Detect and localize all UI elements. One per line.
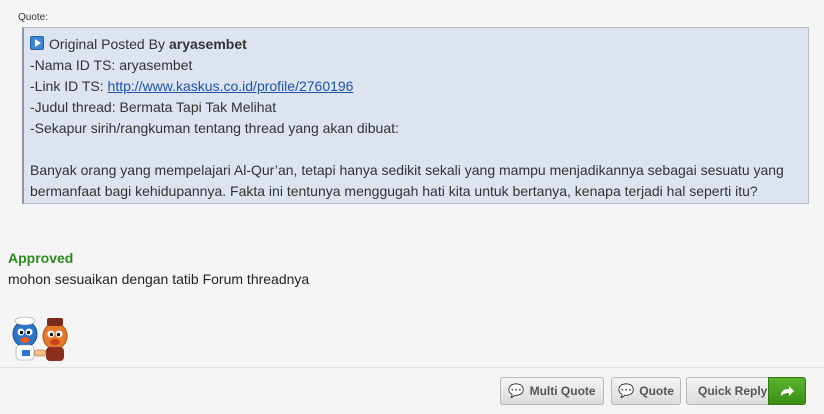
quote-line-link-label: -Link ID TS:: [30, 78, 104, 94]
approved-label: Approved: [8, 250, 74, 266]
quote-header: Original Posted By aryasembet: [30, 34, 808, 55]
quote-line-judul: -Judul thread: Bermata Tapi Tak Melihat: [30, 99, 277, 115]
speech-bubble-icon: 💬: [508, 383, 525, 398]
quote-line-sekapur: -Sekapur sirih/rangkuman tentang thread …: [30, 120, 399, 136]
quick-reply-label: Quick Reply: [698, 384, 768, 398]
multi-quote-button[interactable]: 💬 Multi Quote: [500, 377, 604, 405]
quote-poster-name: aryasembet: [168, 36, 247, 52]
quote-box: Original Posted By aryasembet -Nama ID T…: [22, 27, 809, 204]
multi-quote-label: Multi Quote: [529, 384, 596, 398]
post-message: mohon sesuaikan dengan tatib Forum threa…: [8, 271, 310, 287]
post-footer-divider: [0, 367, 824, 368]
reply-arrow-button[interactable]: [768, 377, 806, 405]
quick-reply-button[interactable]: Quick Reply: [686, 377, 806, 405]
viewpost-icon[interactable]: [30, 35, 44, 50]
quote-button-label: Quote: [639, 384, 674, 398]
profile-link[interactable]: http://www.kaskus.co.id/profile/2760196: [108, 78, 354, 94]
quote-paragraph: Banyak orang yang mempelajari Al-Qur’an,…: [30, 162, 784, 199]
quote-button[interactable]: 💬 Quote: [611, 377, 681, 405]
quote-header-prefix: Original Posted By: [49, 36, 165, 52]
reply-arrow-icon: [781, 386, 794, 396]
kaskus-mascot-emoticon: [12, 316, 68, 361]
speech-bubble-icon: 💬: [618, 383, 635, 398]
quote-label: Quote:: [18, 12, 49, 23]
quote-line-nama: -Nama ID TS: aryasembet: [30, 57, 193, 73]
quote-line-link: -Link ID TS: http://www.kaskus.co.id/pro…: [30, 76, 808, 97]
